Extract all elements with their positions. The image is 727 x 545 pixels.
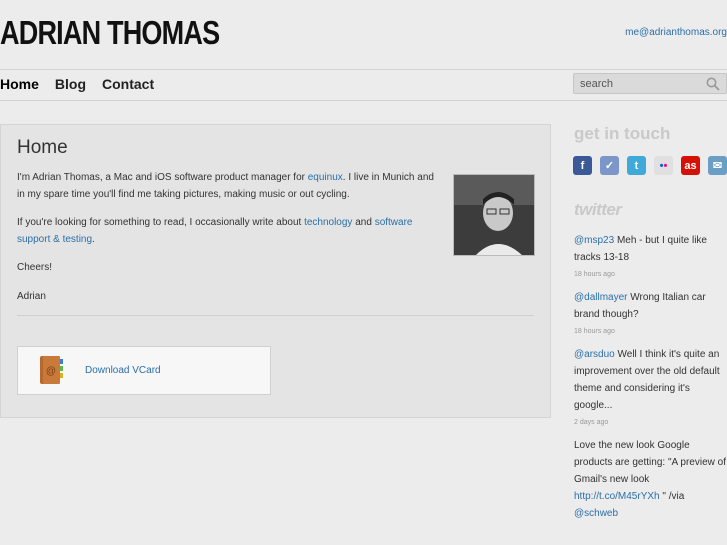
tweet-handle[interactable]: @dallmayer bbox=[574, 292, 628, 303]
email-link[interactable]: me@adrianthomas.org bbox=[625, 27, 727, 38]
tweet-time: 18 hours ago bbox=[574, 328, 615, 335]
nav-contact[interactable]: Contact bbox=[102, 76, 154, 92]
search-box bbox=[573, 73, 727, 94]
tweet-item: Love the new look Google products are ge… bbox=[574, 440, 726, 519]
facebook-icon[interactable]: f bbox=[573, 156, 592, 175]
content-divider bbox=[17, 315, 534, 316]
site-title[interactable]: ADRIAN THOMAS bbox=[0, 14, 220, 52]
main-content: Home I'm Adrian Thomas, a Mac and iOS so… bbox=[0, 124, 551, 418]
address-book-icon: @ bbox=[40, 356, 63, 384]
twitter-logo: twitter bbox=[574, 200, 622, 219]
vcard-box[interactable]: @ Download VCard bbox=[17, 346, 271, 395]
nav-divider bbox=[0, 100, 727, 101]
tweet-item: @dallmayer Wrong Italian car brand thoug… bbox=[574, 289, 727, 338]
social-icons: f ✓ t • • as ✉ bbox=[573, 156, 727, 175]
flickr-icon[interactable]: • • bbox=[654, 156, 673, 175]
download-vcard-link[interactable]: Download VCard bbox=[85, 365, 161, 376]
tweet-link[interactable]: http://t.co/M45rYXh bbox=[574, 491, 660, 502]
svg-text:@: @ bbox=[46, 366, 56, 377]
tweet-list: @msp23 Meh - but I quite like tracks 13-… bbox=[574, 232, 727, 530]
tweet-item: @msp23 Meh - but I quite like tracks 13-… bbox=[574, 232, 727, 281]
mail-icon[interactable]: ✉ bbox=[708, 156, 727, 175]
get-in-touch-heading: get in touch bbox=[574, 124, 671, 143]
twitter-icon[interactable]: t bbox=[627, 156, 646, 175]
signature-text: Adrian bbox=[17, 291, 46, 302]
nav-blog[interactable]: Blog bbox=[55, 76, 86, 92]
tweet-handle[interactable]: @msp23 bbox=[574, 235, 614, 246]
tweet-handle[interactable]: @schweb bbox=[574, 508, 618, 519]
search-icon[interactable] bbox=[706, 77, 720, 91]
tweet-time: 2 days ago bbox=[574, 419, 609, 426]
main-nav: Home Blog Contact bbox=[0, 76, 154, 92]
page-title: Home bbox=[17, 137, 68, 158]
tweet-item: @arsduo Well I think it's quite an impro… bbox=[574, 346, 727, 429]
equinux-link[interactable]: equinux bbox=[308, 172, 343, 183]
reading-paragraph: If you're looking for something to read,… bbox=[17, 217, 413, 245]
foursquare-icon[interactable]: ✓ bbox=[600, 156, 619, 175]
nav-home[interactable]: Home bbox=[0, 76, 39, 92]
technology-link[interactable]: technology bbox=[304, 217, 352, 228]
search-input[interactable] bbox=[574, 74, 694, 94]
tweet-handle[interactable]: @arsduo bbox=[574, 349, 615, 360]
profile-photo bbox=[453, 174, 535, 256]
cheers-text: Cheers! bbox=[17, 262, 53, 273]
header-divider bbox=[0, 69, 727, 70]
tweet-time: 18 hours ago bbox=[574, 271, 615, 278]
intro-paragraph: I'm Adrian Thomas, a Mac and iOS softwar… bbox=[17, 172, 434, 200]
lastfm-icon[interactable]: as bbox=[681, 156, 700, 175]
